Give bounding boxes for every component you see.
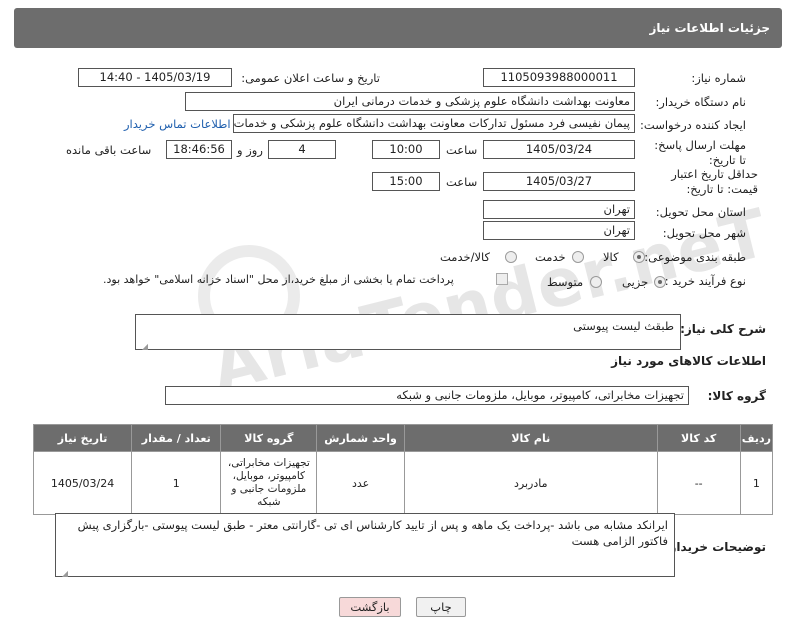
deadline-time-label: ساعت	[446, 143, 478, 157]
buyer-notes-text: ایرانکد مشابه می باشد -پرداخت یک ماهه و …	[77, 518, 668, 548]
payment-note: پرداخت تمام یا بخشی از مبلغ خرید،از محل …	[103, 273, 454, 286]
buyer-notes-field: ایرانکد مشابه می باشد -پرداخت یک ماهه و …	[55, 513, 675, 578]
goods-section-title: اطلاعات کالاهای مورد نیاز	[611, 354, 766, 368]
summary-text: طبقث لیست پیوستی	[573, 319, 674, 333]
process-option-minor: جزیی	[622, 275, 649, 289]
process-radio-medium[interactable]	[590, 276, 602, 288]
category-radio-goods-service[interactable]	[505, 251, 517, 263]
remaining-time-label: ساعت باقی مانده	[66, 143, 152, 157]
city-field: تهران	[483, 221, 635, 240]
category-option-service: خدمت	[535, 250, 566, 264]
col-group-header: گروه کالا	[220, 424, 318, 452]
need-number-label: شماره نیاز:	[691, 71, 746, 85]
treasury-checkbox[interactable]	[496, 273, 508, 285]
buyer-notes-label: توضیحات خریدار:	[664, 540, 766, 554]
process-radio-minor[interactable]	[654, 276, 666, 288]
category-radio-goods[interactable]	[633, 251, 645, 263]
announce-label: تاریخ و ساعت اعلان عمومی:	[241, 71, 380, 85]
goods-table-header: ردیف کد کالا نام کالا واحد شمارش گروه کا…	[32, 424, 774, 452]
city-label: شهر محل تحویل:	[662, 226, 746, 240]
province-field: تهران	[483, 200, 635, 219]
category-option-goods: کالا	[603, 250, 619, 264]
validity-date-field: 1405/03/27	[483, 172, 635, 191]
back-button[interactable]: بازگشت	[339, 597, 401, 617]
days-remaining-field: 4	[268, 140, 336, 159]
deadline-date-field: 1405/03/24	[483, 140, 635, 159]
summary-label: شرح کلی نیاز:	[680, 322, 766, 336]
cell-group: تجهیزات مخابراتی، کامپیوتر، موبایل، ملزو…	[220, 451, 318, 515]
remaining-time-field: 18:46:56	[166, 140, 232, 159]
print-button[interactable]: چاپ	[416, 597, 466, 617]
need-number-field: 1105093988000011	[483, 68, 635, 87]
header-panel: جزئیات اطلاعات نیاز	[14, 8, 782, 48]
resize-handle-icon[interactable]: ◢	[140, 339, 148, 351]
cell-qty: 1	[131, 451, 222, 515]
cell-name: مادربرد	[403, 451, 658, 515]
buyer-org-field: معاونت بهداشت دانشگاه علوم پزشکی و خدمات…	[185, 92, 635, 111]
validity-time-field: 15:00	[372, 172, 440, 191]
goods-table: ردیف کد کالا نام کالا واحد شمارش گروه کا…	[32, 424, 774, 515]
requester-label: ایجاد کننده درخواست:	[640, 118, 746, 132]
table-row: 1 -- مادربرد عدد تجهیزات مخابراتی، کامپی…	[32, 451, 774, 515]
category-option-goods-service: کالا/خدمت	[440, 250, 491, 264]
process-option-medium: متوسط	[547, 275, 584, 289]
category-radio-service[interactable]	[572, 251, 584, 263]
goods-group-label: گروه کالا:	[707, 389, 766, 403]
col-row-header: ردیف	[739, 424, 774, 452]
col-name-header: نام کالا	[403, 424, 658, 452]
days-label: روز و	[237, 143, 263, 157]
col-code-header: کد کالا	[656, 424, 741, 452]
validity-label: حداقل تاریخ اعتبار قیمت: تا تاریخ:	[671, 167, 758, 196]
col-date-header: تاریخ نیاز	[32, 424, 133, 452]
announce-datetime-field: 1405/03/19 - 14:40	[78, 68, 232, 87]
deadline-label: مهلت ارسال پاسخ: تا تاریخ:	[654, 138, 746, 167]
goods-group-field: تجهیزات مخابراتی، کامپیوتر، موبایل، ملزو…	[165, 386, 689, 405]
requester-field: پیمان نفیسی فرد مسئول تدارکات معاونت بهد…	[233, 114, 635, 133]
page-title: جزئیات اطلاعات نیاز	[649, 21, 770, 35]
category-label: طبقه بندی موضوعی:	[644, 250, 746, 264]
col-qty-header: تعداد / مقدار	[131, 424, 222, 452]
buyer-contact-link[interactable]: اطلاعات تماس خریدار	[124, 117, 231, 131]
cell-code: --	[656, 451, 741, 515]
buyer-org-label: نام دستگاه خریدار:	[655, 95, 746, 109]
cell-unit: عدد	[316, 451, 405, 515]
deadline-time-field: 10:00	[372, 140, 440, 159]
validity-time-label: ساعت	[446, 175, 478, 189]
cell-row-number: 1	[739, 451, 774, 515]
province-label: استان محل تحویل:	[655, 205, 746, 219]
summary-field: طبقث لیست پیوستی ◢	[135, 314, 681, 351]
col-unit-header: واحد شمارش	[316, 424, 405, 452]
resize-handle-icon[interactable]: ◢	[60, 566, 68, 578]
process-label: نوع فرآیند خرید :	[664, 274, 746, 288]
cell-date: 1405/03/24	[32, 451, 133, 515]
